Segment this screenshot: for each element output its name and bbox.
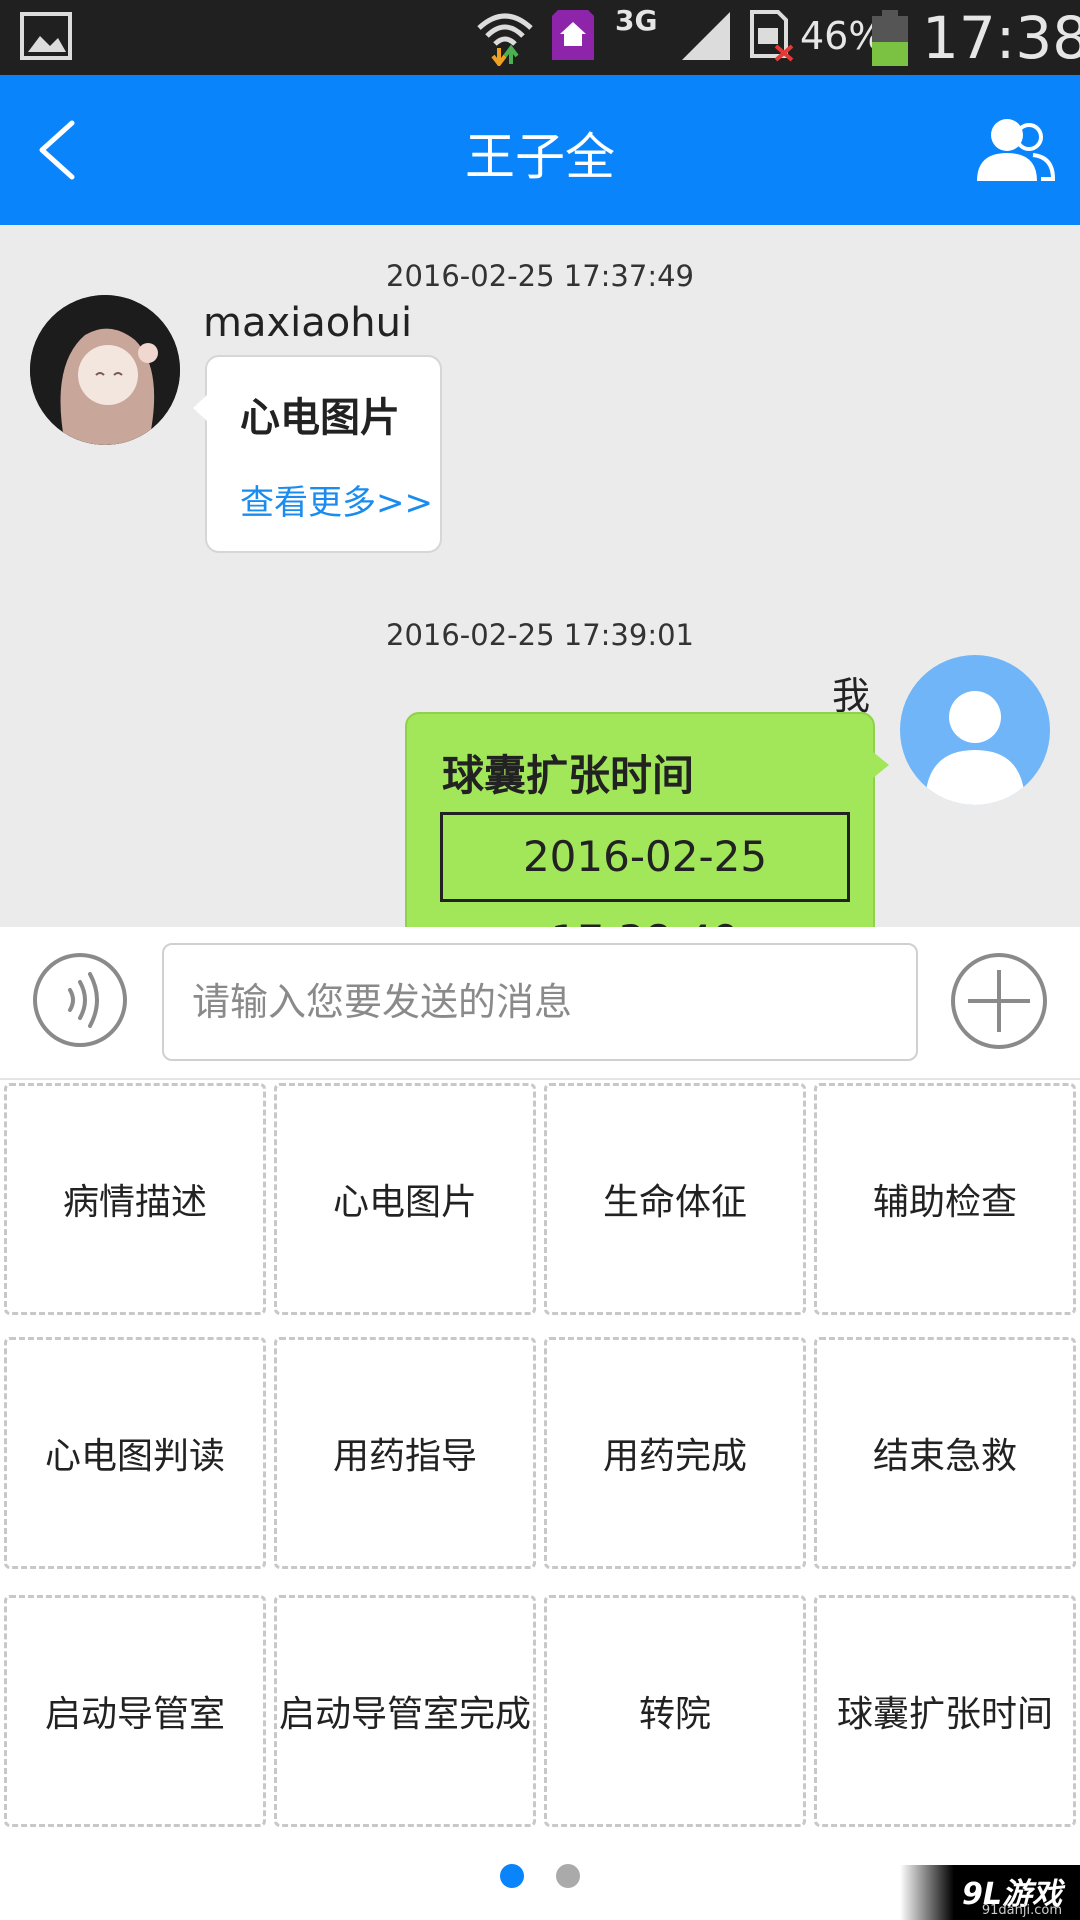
avatar-image [30,295,180,445]
chat-area[interactable]: 2016-02-25 17:37:49 maxiaohui 心电图片 查看更多>… [0,225,1080,927]
message-title: 心电图片 [240,395,400,441]
home-app-icon [552,10,594,60]
sender-name: maxiaohui [203,300,413,346]
page-title: 王子全 [465,128,615,186]
input-bar [0,927,1080,1080]
message-value: 2016-02-25 17:38:49 [440,812,850,927]
contacts-icon[interactable] [975,115,1055,185]
default-user-icon [925,691,1025,805]
avatar-me[interactable] [900,655,1050,805]
watermark-url: 91danji.com [981,1903,1062,1918]
voice-icon[interactable] [32,952,128,1048]
avatar-maxiaohui[interactable] [30,295,180,445]
action-button[interactable]: 结束急救 [814,1337,1076,1569]
incoming-message-bubble[interactable]: 心电图片 查看更多>> [193,355,442,553]
plus-icon[interactable] [950,952,1048,1050]
outgoing-message-bubble[interactable]: 球囊扩张时间 2016-02-25 17:38:49 [405,712,889,927]
page-dot[interactable] [556,1864,580,1888]
bubble-tail [193,395,207,421]
signal-icon [682,12,730,60]
network-type: 3G [615,4,658,37]
message-input[interactable] [162,943,918,1061]
message-title: 球囊扩张时间 [442,751,695,800]
wifi-icon [477,13,533,66]
message-timestamp: 2016-02-25 17:39:01 [386,618,694,652]
action-button[interactable]: 辅助检查 [814,1083,1076,1315]
watermark: 9L游戏 91danji.com [900,1865,1080,1920]
action-button[interactable]: 心电图判读 [4,1337,266,1569]
no-sim-icon [750,10,794,62]
gallery-notification-icon [20,12,72,60]
status-bar: 3G 46% 17:38 [0,0,1080,75]
action-button[interactable]: 用药指导 [274,1337,536,1569]
action-button[interactable]: 病情描述 [4,1083,266,1315]
action-button[interactable]: 转院 [544,1595,806,1827]
view-more-link[interactable]: 查看更多>> [240,475,433,524]
action-button[interactable]: 生命体征 [544,1083,806,1315]
action-button[interactable]: 心电图片 [274,1083,536,1315]
action-button[interactable]: 启动导管室 [4,1595,266,1827]
app-header: 王子全 [0,75,1080,225]
battery-icon [872,10,908,66]
action-button[interactable]: 启动导管室完成 [274,1595,536,1827]
message-timestamp: 2016-02-25 17:37:49 [386,259,694,293]
action-button[interactable]: 用药完成 [544,1337,806,1569]
page-dot-active[interactable] [500,1864,524,1888]
clock: 17:38 [922,4,1080,72]
action-button[interactable]: 球囊扩张时间 [814,1595,1076,1827]
bubble-tail [873,752,889,778]
